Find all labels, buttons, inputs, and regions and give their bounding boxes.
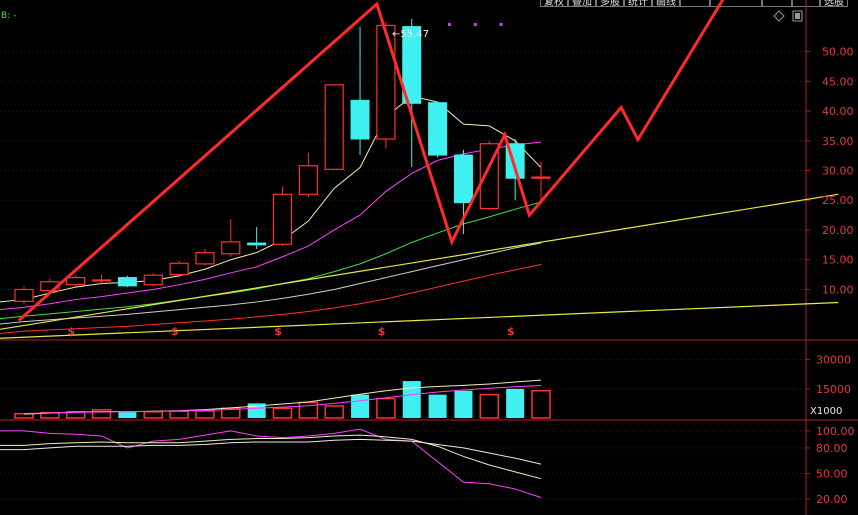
grid-lines xyxy=(0,51,806,500)
price-tick-label: 40.00 xyxy=(822,105,854,118)
candle xyxy=(195,249,215,266)
candle-body xyxy=(272,193,293,245)
zigzag-annotation xyxy=(17,0,725,322)
candle xyxy=(14,286,34,305)
volume-bar xyxy=(376,397,396,419)
trend-line xyxy=(0,301,839,339)
candle xyxy=(350,26,370,156)
oscillator-tick-label: 80.00 xyxy=(816,442,848,455)
stock-chart[interactable]: 10.00 15.00 20.00 25.00 30.00 35.00 40.00 45.00… xyxy=(0,0,858,515)
diamond-icon[interactable] xyxy=(773,10,785,22)
volume-unit-label: X1000 xyxy=(810,406,842,417)
price-tick-label: 35.00 xyxy=(822,135,854,148)
volume-bar xyxy=(143,411,163,419)
volume-bar xyxy=(169,410,189,419)
price-tick-label: 30.00 xyxy=(822,165,854,178)
candle-body xyxy=(428,102,448,156)
candle xyxy=(221,219,241,257)
candle xyxy=(117,275,137,288)
candle xyxy=(428,102,448,158)
high-price-label: ←55.47 xyxy=(392,29,429,40)
trend-line xyxy=(0,193,839,330)
dividend-marker: $ xyxy=(274,325,282,338)
candle-body xyxy=(195,251,215,265)
volume-bar xyxy=(118,412,137,418)
candlesticks xyxy=(14,18,551,305)
oscillator-tick-label: 20.00 xyxy=(816,493,848,506)
candle-body xyxy=(169,262,189,276)
volume-bar xyxy=(351,394,370,418)
dividend-marker: $ xyxy=(171,325,179,338)
oscillator-tick-label: 50.00 xyxy=(816,468,848,481)
candle-body xyxy=(221,241,241,255)
volume-tick-label: 15000 xyxy=(816,383,851,396)
candle-body xyxy=(143,274,163,286)
candle xyxy=(247,227,267,250)
candle xyxy=(324,84,344,170)
candle xyxy=(169,260,189,278)
axes xyxy=(0,0,858,515)
price-tick-label: 10.00 xyxy=(822,283,854,296)
price-tick-label: 25.00 xyxy=(822,194,854,207)
volume-tick-label: 30000 xyxy=(816,354,851,367)
volume-bar xyxy=(272,407,293,419)
price-tick-label: 50.00 xyxy=(822,46,854,59)
volume-bar xyxy=(506,388,525,418)
volume-bar xyxy=(402,381,421,418)
high-arrow: ← xyxy=(392,29,400,40)
close-icon[interactable] xyxy=(795,13,800,19)
candle-body xyxy=(117,277,137,287)
candle-body xyxy=(14,288,34,302)
zigzag-line xyxy=(17,0,725,322)
dividend-marker: $ xyxy=(378,325,386,338)
high-value: 55.47 xyxy=(400,29,429,40)
volume-bar xyxy=(195,410,215,419)
moving-average-lines xyxy=(0,95,542,334)
candle-body xyxy=(298,165,318,195)
price-tick-label: 20.00 xyxy=(822,224,854,237)
marker-dot xyxy=(499,23,503,26)
candle-body xyxy=(350,99,370,140)
candle-body xyxy=(376,24,396,140)
price-tick-label: 45.00 xyxy=(822,75,854,88)
oscillator-line xyxy=(0,428,542,498)
dividend-marker: $ xyxy=(507,325,515,338)
trend-lines xyxy=(0,193,839,339)
candle-body xyxy=(66,276,86,286)
marker-dot xyxy=(473,23,477,26)
dividend-marker: $ xyxy=(68,325,76,338)
candle-body xyxy=(453,154,473,204)
marker-dot xyxy=(447,23,451,26)
candle xyxy=(143,272,163,287)
volume-bar xyxy=(531,390,551,419)
indicator-text: B: - xyxy=(1,11,16,21)
candle-body xyxy=(531,176,551,179)
panel-icons xyxy=(773,10,803,22)
volume-bar xyxy=(428,394,447,418)
candle xyxy=(376,21,396,149)
oscillator-tick-label: 100.00 xyxy=(816,425,855,438)
candle xyxy=(298,152,318,198)
candle xyxy=(531,161,551,205)
volume-bar xyxy=(324,405,344,419)
volume-bar xyxy=(479,393,500,419)
price-tick-label: 15.00 xyxy=(822,254,854,267)
volume-bar xyxy=(91,409,112,419)
candle-body xyxy=(324,84,344,170)
candle xyxy=(272,186,293,247)
volume-panel xyxy=(14,379,551,419)
oscillator-panel xyxy=(0,428,542,498)
candle-body xyxy=(91,279,112,282)
candle-body xyxy=(247,242,267,246)
volume-bar xyxy=(454,390,473,418)
